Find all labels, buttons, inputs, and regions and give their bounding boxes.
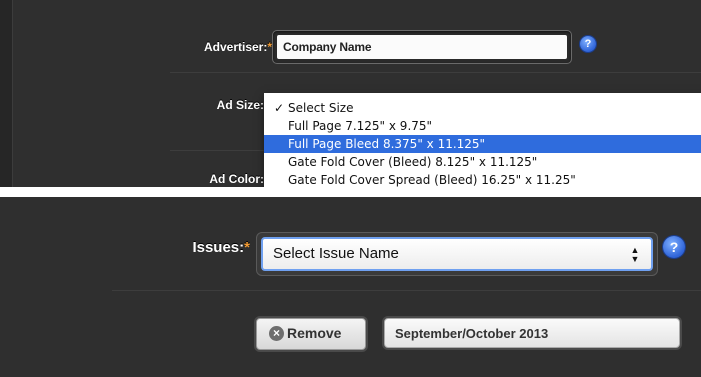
row-divider — [170, 150, 264, 151]
advertiser-label-text: Advertiser: — [203, 40, 268, 54]
option-label: Gate Fold Cover Spread (Bleed) 16.25" x … — [288, 173, 576, 187]
ad-size-label: Ad Size: — [216, 98, 264, 112]
required-mark: * — [244, 239, 250, 256]
option-label: Gate Fold Cover (Bleed) 8.125" x 11.125" — [288, 155, 538, 169]
issues-panel: Issues:* — [0, 197, 701, 377]
advertiser-label: Advertiser:* — [150, 40, 272, 54]
ad-size-option-gate-fold-spread[interactable]: Gate Fold Cover Spread (Bleed) 16.25" x … — [264, 171, 701, 187]
ad-details-panel: Advertiser:* Company Name ? Ad Size: Ad … — [0, 0, 701, 187]
issues-label-text: Issues: — [192, 239, 245, 256]
advertiser-field[interactable]: Company Name — [272, 30, 572, 64]
advertiser-input[interactable]: Company Name — [277, 35, 567, 59]
advertiser-help-icon[interactable]: ? — [580, 36, 596, 52]
issues-select-value: Select Issue Name — [273, 245, 399, 262]
ad-size-dropdown-list[interactable]: ✓ Select Size Full Page 7.125" x 9.75" F… — [264, 93, 701, 187]
remove-button[interactable]: × Remove — [256, 318, 366, 350]
option-label: Select Size — [288, 101, 354, 115]
issues-select[interactable]: Select Issue Name ▲ ▼ — [256, 232, 658, 276]
row-divider — [112, 290, 701, 291]
check-icon: ✓ — [274, 101, 285, 115]
issues-label: Issues:* — [150, 239, 250, 256]
option-label: Full Page Bleed 8.375" x 11.125" — [288, 137, 486, 151]
issues-select-display[interactable]: Select Issue Name ▲ ▼ — [261, 237, 653, 271]
remove-x-icon: × — [269, 326, 284, 341]
issues-help-icon[interactable]: ? — [663, 236, 685, 258]
ad-size-option-select-size[interactable]: ✓ Select Size — [264, 99, 701, 117]
updown-arrows-icon: ▲ ▼ — [630, 245, 640, 264]
ad-color-label: Ad Color: — [209, 172, 264, 186]
option-label: Full Page 7.125" x 9.75" — [288, 119, 433, 133]
ad-size-option-full-page-bleed[interactable]: Full Page Bleed 8.375" x 11.125" — [264, 135, 701, 153]
remove-button-label: Remove — [287, 325, 342, 341]
ad-size-option-full-page[interactable]: Full Page 7.125" x 9.75" — [264, 117, 701, 135]
panel-left-bar — [0, 0, 13, 187]
ad-size-option-gate-fold-cover[interactable]: Gate Fold Cover (Bleed) 8.125" x 11.125" — [264, 153, 701, 171]
row-divider — [170, 72, 701, 73]
selected-issue-field[interactable]: September/October 2013 — [384, 318, 680, 348]
